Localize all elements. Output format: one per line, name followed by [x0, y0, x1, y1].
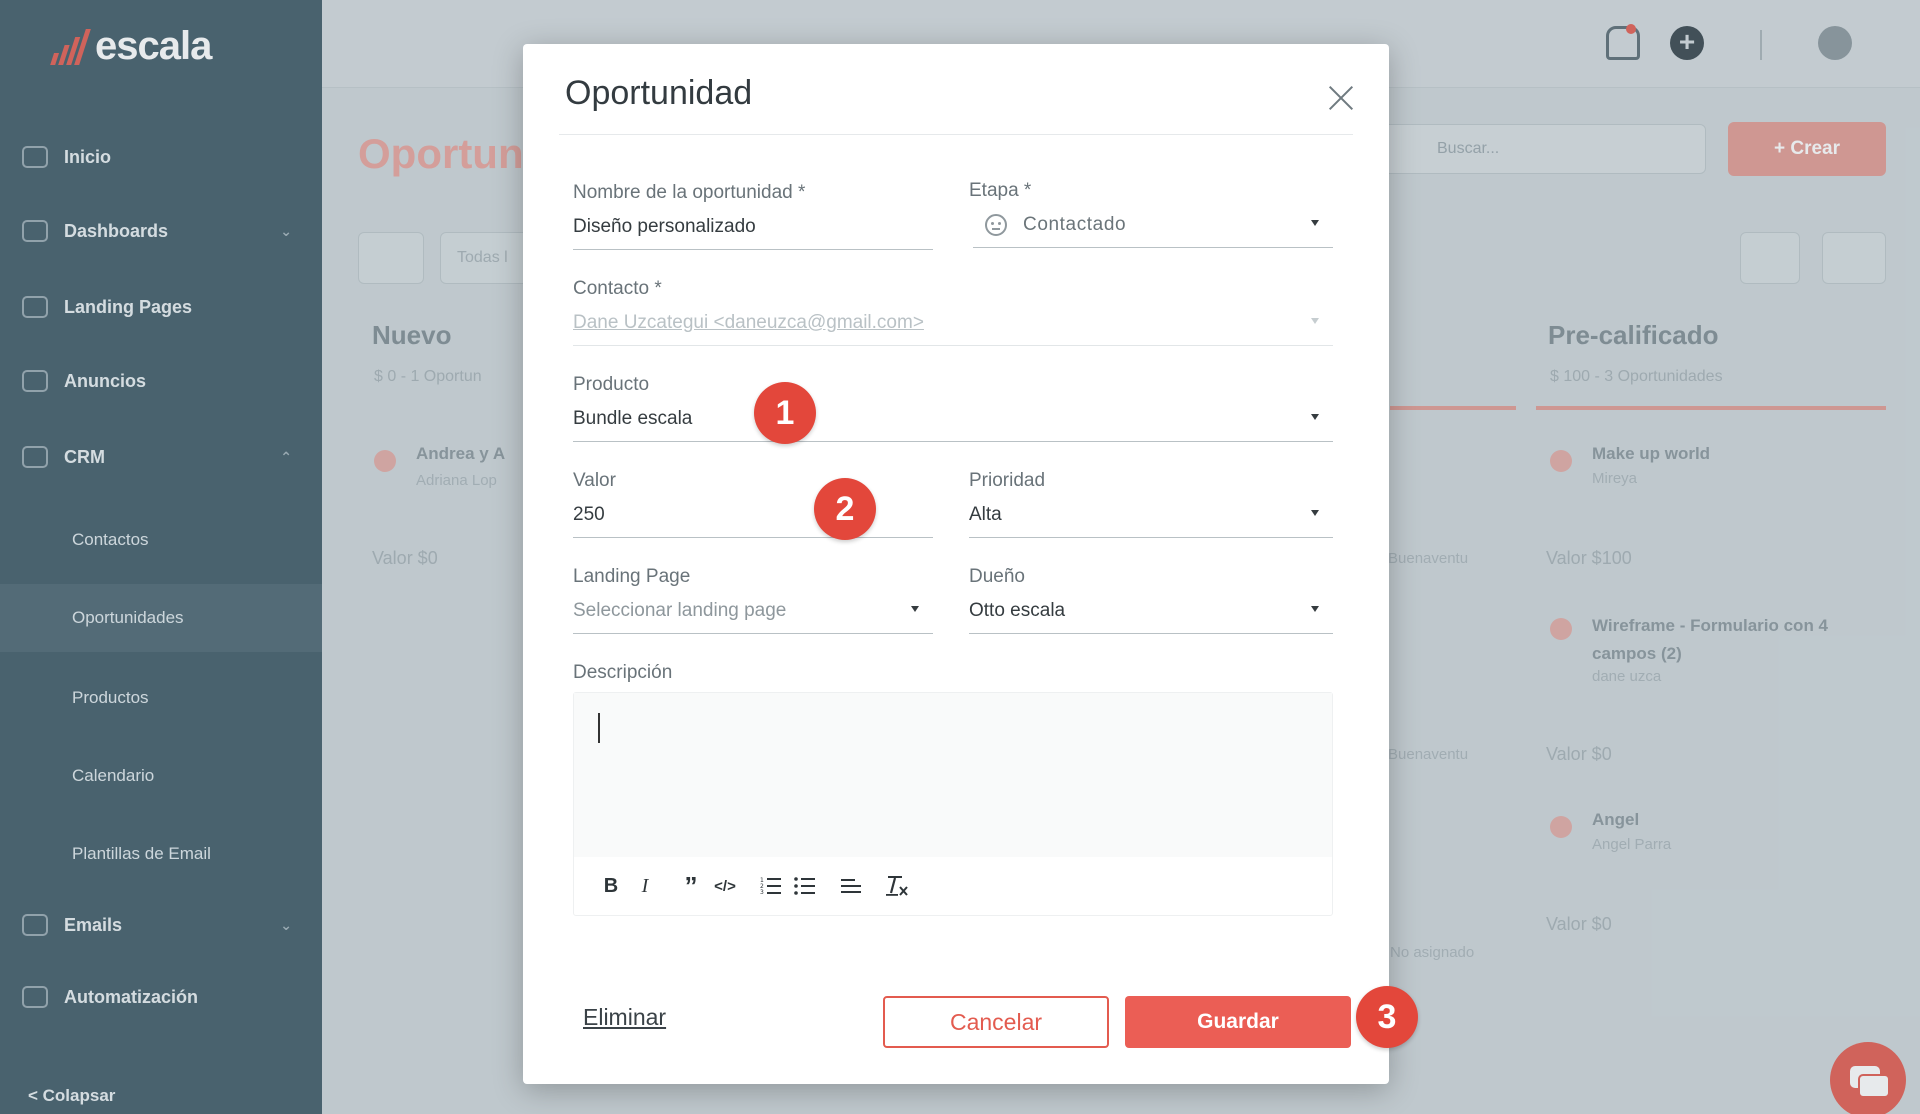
owner-field: Dueño Otto escala — [969, 566, 1333, 638]
landing-page-select[interactable]: Seleccionar landing page — [573, 598, 933, 634]
description-editor: B I ” </> 123 — [573, 692, 1333, 916]
divider — [559, 134, 1353, 135]
bold-icon[interactable]: B — [594, 869, 628, 903]
input-value: Diseño personalizado — [573, 216, 756, 237]
ordered-list-icon[interactable]: 123 — [754, 869, 788, 903]
field-label: Producto — [573, 374, 650, 395]
field-label: Nombre de la oportunidad * — [573, 182, 806, 203]
chevron-down-icon — [1311, 606, 1319, 612]
priority-field: Prioridad Alta — [969, 470, 1333, 542]
step-badge-3: 3 — [1356, 986, 1418, 1048]
save-button[interactable]: Guardar — [1125, 996, 1351, 1048]
value-field: Valor 250 — [573, 470, 933, 542]
chevron-down-icon — [1311, 414, 1319, 420]
svg-text:3: 3 — [760, 889, 764, 896]
product-select[interactable]: Bundle escala — [573, 406, 1333, 442]
stage-select[interactable]: Contactado — [973, 212, 1333, 248]
text-cursor — [598, 713, 600, 743]
description-textarea[interactable] — [574, 693, 1332, 857]
align-icon[interactable] — [834, 869, 868, 903]
italic-icon[interactable]: I — [628, 869, 662, 903]
close-icon[interactable] — [1327, 84, 1355, 112]
landing-page-placeholder: Seleccionar landing page — [573, 600, 787, 621]
clear-format-icon[interactable] — [880, 869, 914, 903]
product-value: Bundle escala — [573, 408, 693, 429]
priority-value: Alta — [969, 504, 1002, 525]
delete-button[interactable]: Eliminar — [583, 1004, 666, 1031]
stage-value: Contactado — [1023, 214, 1127, 235]
blockquote-icon[interactable]: ” — [674, 869, 708, 903]
bullet-list-icon[interactable] — [788, 869, 822, 903]
contact-value: Dane Uzcategui <daneuzca@gmail.com> — [573, 312, 924, 333]
field-label: Dueño — [969, 566, 1025, 587]
field-label: Contacto * — [573, 278, 662, 299]
priority-select[interactable]: Alta — [969, 502, 1333, 538]
opportunity-name-input[interactable]: Diseño personalizado — [573, 214, 933, 250]
opportunity-modal: Oportunidad Nombre de la oportunidad * D… — [523, 44, 1389, 1084]
step-badge-2: 2 — [814, 478, 876, 540]
contact-field: Contacto * Dane Uzcategui <daneuzca@gmai… — [573, 278, 1333, 350]
chevron-down-icon — [1311, 318, 1319, 324]
editor-toolbar: B I ” </> 123 — [574, 857, 1332, 915]
neutral-face-icon — [985, 214, 1007, 236]
field-label: Prioridad — [969, 470, 1046, 491]
field-label: Landing Page — [573, 566, 691, 587]
description-label: Descripción — [573, 662, 673, 683]
chevron-down-icon — [911, 606, 919, 612]
stage-field: Etapa * Contactado — [969, 180, 1333, 252]
owner-select[interactable]: Otto escala — [969, 598, 1333, 634]
opportunity-name-field: Nombre de la oportunidad * Diseño person… — [573, 182, 933, 254]
contact-select[interactable]: Dane Uzcategui <daneuzca@gmail.com> — [573, 310, 1333, 346]
input-value: 250 — [573, 504, 605, 525]
modal-title: Oportunidad — [565, 74, 753, 112]
field-label: Etapa * — [969, 180, 1032, 201]
chevron-down-icon — [1311, 510, 1319, 516]
cancel-button[interactable]: Cancelar — [883, 996, 1109, 1048]
owner-value: Otto escala — [969, 600, 1066, 621]
field-label: Valor — [573, 470, 616, 491]
product-field: Producto Bundle escala — [573, 374, 1333, 446]
landing-page-field: Landing Page Seleccionar landing page — [573, 566, 933, 638]
code-icon[interactable]: </> — [708, 869, 742, 903]
value-input[interactable]: 250 — [573, 502, 933, 538]
chevron-down-icon — [1311, 220, 1319, 226]
step-badge-1: 1 — [754, 382, 816, 444]
